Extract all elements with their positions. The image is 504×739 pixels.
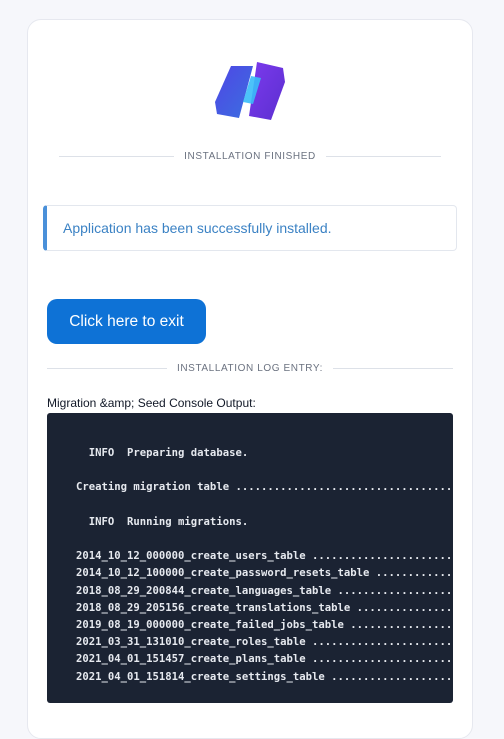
app-logo	[215, 62, 285, 120]
success-alert-message: Application has been successfully instal…	[63, 220, 332, 236]
installation-finished-heading: INSTALLATION FINISHED	[184, 150, 316, 162]
console-output-panel[interactable]: INFO Preparing database. Creating migrat…	[47, 413, 453, 703]
success-alert: Application has been successfully instal…	[43, 205, 457, 251]
divider-line-right	[325, 155, 442, 157]
log-entry-divider: INSTALLATION LOG ENTRY:	[47, 362, 453, 374]
console-output-label: Migration &amp; Seed Console Output:	[47, 396, 256, 410]
console-output-text: INFO Preparing database. Creating migrat…	[76, 447, 453, 683]
divider-line-right	[333, 367, 453, 369]
divider-line-left	[59, 155, 175, 157]
exit-button[interactable]: Click here to exit	[47, 299, 206, 344]
installation-finished-divider: INSTALLATION FINISHED	[59, 150, 442, 162]
divider-line-left	[47, 367, 167, 369]
log-entry-heading: INSTALLATION LOG ENTRY:	[176, 362, 324, 374]
